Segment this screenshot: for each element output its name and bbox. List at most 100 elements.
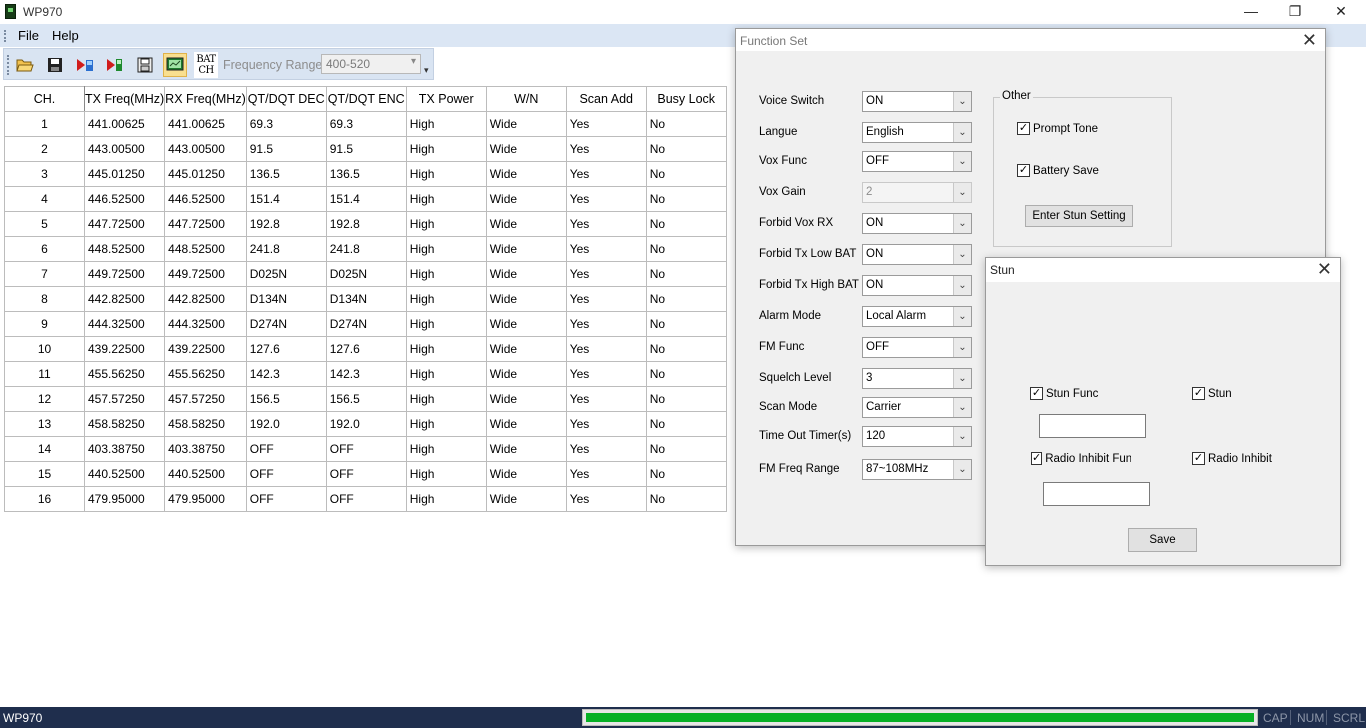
- cell-wn[interactable]: Wide: [485, 461, 567, 487]
- cell-busy-lock[interactable]: No: [645, 411, 727, 437]
- cell-qt-enc[interactable]: 151.4: [325, 186, 407, 212]
- cell-scan-add[interactable]: Yes: [565, 386, 647, 412]
- cell-channel-number[interactable]: 11: [4, 361, 85, 387]
- cell-tx-power[interactable]: High: [405, 236, 487, 262]
- cell-busy-lock[interactable]: No: [645, 186, 727, 212]
- cell-scan-add[interactable]: Yes: [565, 336, 647, 362]
- cell-qt-enc[interactable]: OFF: [325, 461, 407, 487]
- cell-busy-lock[interactable]: No: [645, 386, 727, 412]
- cell-channel-number[interactable]: 13: [4, 411, 85, 437]
- scan-mode-select[interactable]: Carrier ⌄: [862, 397, 972, 418]
- save-disk-icon[interactable]: [43, 53, 67, 77]
- chevron-down-icon[interactable]: ⌄: [953, 92, 971, 111]
- cell-busy-lock[interactable]: No: [645, 211, 727, 237]
- cell-wn[interactable]: Wide: [485, 161, 567, 187]
- cell-rx-freq[interactable]: 446.52500: [164, 186, 247, 212]
- chevron-down-icon[interactable]: ⌄: [953, 245, 971, 264]
- table-row[interactable]: 4 446.52500 446.52500 151.4 151.4 High Wide Yes…: [4, 186, 727, 212]
- vox-func-select[interactable]: OFF ⌄: [862, 151, 972, 172]
- cell-channel-number[interactable]: 5: [4, 211, 85, 237]
- battery-save-checkbox[interactable]: ✓ Battery Save: [1017, 164, 1099, 177]
- cell-channel-number[interactable]: 1: [4, 111, 85, 137]
- cell-wn[interactable]: Wide: [485, 486, 567, 512]
- cell-channel-number[interactable]: 16: [4, 486, 85, 512]
- cell-tx-freq[interactable]: 479.95000: [83, 486, 166, 512]
- cell-qt-dec[interactable]: D134N: [245, 286, 327, 312]
- cell-channel-number[interactable]: 14: [4, 436, 85, 462]
- chevron-down-icon[interactable]: ⌄: [953, 123, 971, 142]
- cell-scan-add[interactable]: Yes: [565, 211, 647, 237]
- voice-switch-select[interactable]: ON ⌄: [862, 91, 972, 112]
- cell-busy-lock[interactable]: No: [645, 361, 727, 387]
- col-header-wn[interactable]: W/N: [485, 86, 567, 112]
- cell-scan-add[interactable]: Yes: [565, 261, 647, 287]
- cell-tx-freq[interactable]: 444.32500: [83, 311, 166, 337]
- cell-tx-freq[interactable]: 442.82500: [83, 286, 166, 312]
- cell-channel-number[interactable]: 8: [4, 286, 85, 312]
- cell-wn[interactable]: Wide: [485, 211, 567, 237]
- cell-wn[interactable]: Wide: [485, 286, 567, 312]
- cell-tx-power[interactable]: High: [405, 161, 487, 187]
- cell-wn[interactable]: Wide: [485, 436, 567, 462]
- cell-qt-dec[interactable]: D274N: [245, 311, 327, 337]
- cell-rx-freq[interactable]: 403.38750: [164, 436, 247, 462]
- cell-scan-add[interactable]: Yes: [565, 311, 647, 337]
- cell-busy-lock[interactable]: No: [645, 236, 727, 262]
- cell-rx-freq[interactable]: 440.52500: [164, 461, 247, 487]
- cell-qt-dec[interactable]: 91.5: [245, 136, 327, 162]
- squelch-level-select[interactable]: 3 ⌄: [862, 368, 972, 389]
- cell-busy-lock[interactable]: No: [645, 486, 727, 512]
- cell-qt-dec[interactable]: 241.8: [245, 236, 327, 262]
- cell-rx-freq[interactable]: 442.82500: [164, 286, 247, 312]
- col-header-busy-lock[interactable]: Busy Lock: [645, 86, 727, 112]
- enter-stun-setting-button[interactable]: Enter Stun Setting: [1025, 205, 1133, 227]
- col-header-ch[interactable]: CH.: [4, 86, 85, 112]
- maximize-button[interactable]: ❐: [1272, 0, 1318, 24]
- cell-scan-add[interactable]: Yes: [565, 186, 647, 212]
- cell-qt-enc[interactable]: D274N: [325, 311, 407, 337]
- table-row[interactable]: 5 447.72500 447.72500 192.8 192.8 High Wide Yes…: [4, 211, 727, 237]
- cell-scan-add[interactable]: Yes: [565, 486, 647, 512]
- cell-qt-enc[interactable]: 142.3: [325, 361, 407, 387]
- chevron-down-icon[interactable]: ⌄: [953, 460, 971, 479]
- forbid-vox-rx-select[interactable]: ON ⌄: [862, 213, 972, 234]
- cell-tx-freq[interactable]: 457.57250: [83, 386, 166, 412]
- col-header-tx-power[interactable]: TX Power: [405, 86, 487, 112]
- cell-scan-add[interactable]: Yes: [565, 136, 647, 162]
- cell-rx-freq[interactable]: 443.00500: [164, 136, 247, 162]
- cell-rx-freq[interactable]: 457.57250: [164, 386, 247, 412]
- cell-qt-dec[interactable]: 127.6: [245, 336, 327, 362]
- cell-tx-power[interactable]: High: [405, 361, 487, 387]
- cell-rx-freq[interactable]: 441.00625: [164, 111, 247, 137]
- cell-tx-freq[interactable]: 455.56250: [83, 361, 166, 387]
- stun-titlebar[interactable]: Stun ✕: [986, 258, 1340, 282]
- forbid-tx-high-bat-select[interactable]: ON ⌄: [862, 275, 972, 296]
- cell-channel-number[interactable]: 15: [4, 461, 85, 487]
- table-row[interactable]: 11 455.56250 455.56250 142.3 142.3 High Wide Ye…: [4, 361, 727, 387]
- menu-help[interactable]: Help: [52, 28, 79, 43]
- cell-wn[interactable]: Wide: [485, 136, 567, 162]
- cell-qt-dec[interactable]: 192.8: [245, 211, 327, 237]
- cell-qt-enc[interactable]: 91.5: [325, 136, 407, 162]
- cell-tx-freq[interactable]: 448.52500: [83, 236, 166, 262]
- cell-tx-power[interactable]: High: [405, 386, 487, 412]
- cell-channel-number[interactable]: 4: [4, 186, 85, 212]
- table-row[interactable]: 13 458.58250 458.58250 192.0 192.0 High Wide Ye…: [4, 411, 727, 437]
- stun-close-button[interactable]: ✕: [1317, 259, 1332, 279]
- open-folder-icon[interactable]: [13, 53, 37, 77]
- cell-busy-lock[interactable]: No: [645, 311, 727, 337]
- time-out-timer-s-select[interactable]: 120 ⌄: [862, 426, 972, 447]
- cell-tx-freq[interactable]: 443.00500: [83, 136, 166, 162]
- cell-qt-dec[interactable]: OFF: [245, 486, 327, 512]
- cell-wn[interactable]: Wide: [485, 311, 567, 337]
- cell-tx-power[interactable]: High: [405, 336, 487, 362]
- cell-channel-number[interactable]: 6: [4, 236, 85, 262]
- cell-wn[interactable]: Wide: [485, 186, 567, 212]
- cell-busy-lock[interactable]: No: [645, 436, 727, 462]
- table-row[interactable]: 10 439.22500 439.22500 127.6 127.6 High Wide Ye…: [4, 336, 727, 362]
- cell-channel-number[interactable]: 2: [4, 136, 85, 162]
- table-row[interactable]: 3 445.01250 445.01250 136.5 136.5 High Wide Yes…: [4, 161, 727, 187]
- radio-inhibit-code-input[interactable]: [1043, 482, 1150, 506]
- chevron-down-icon[interactable]: ⌄: [953, 276, 971, 295]
- cell-channel-number[interactable]: 7: [4, 261, 85, 287]
